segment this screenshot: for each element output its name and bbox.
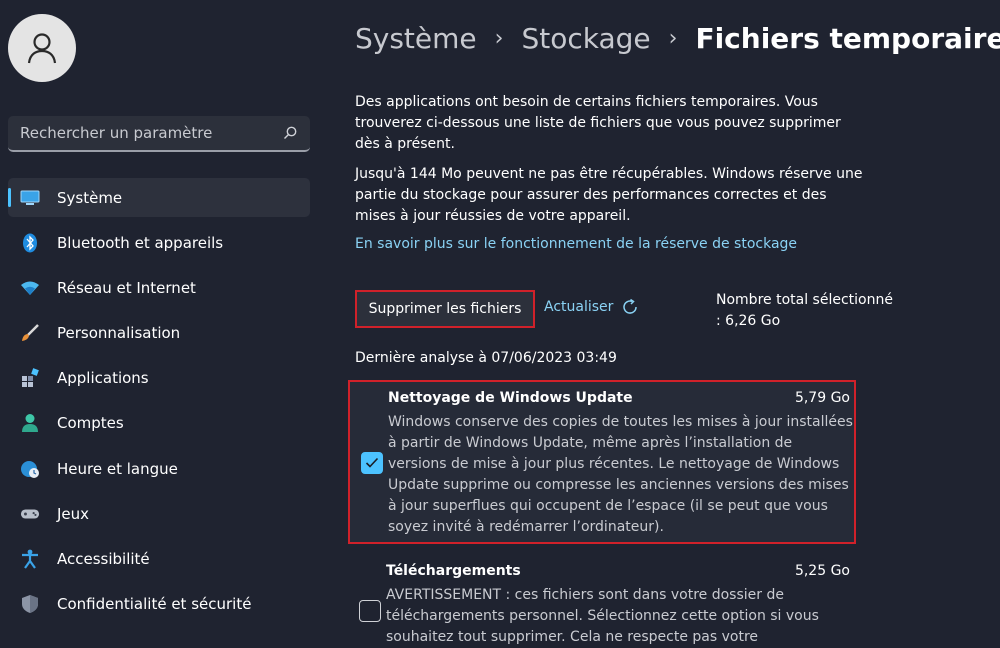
list-item-windows-update[interactable]: Nettoyage de Windows Update 5,79 Go Wind… [348,380,856,544]
chevron-right-icon: › [494,26,504,51]
sidebar-item-label: Confidentialité et sécurité [57,595,252,614]
sidebar-item-label: Heure et langue [57,459,178,478]
person-icon [20,413,40,433]
item-title: Téléchargements [386,563,521,579]
search-icon[interactable] [282,125,298,141]
storage-reserve-link[interactable]: En savoir plus sur le fonctionnement de … [355,236,797,252]
sidebar-item-label: Bluetooth et appareils [57,233,224,252]
wifi-icon [20,278,40,298]
item-description: Windows conserve des copies de toutes le… [388,414,853,535]
checkmark-icon [365,457,379,468]
sidebar-item-label: Réseau et Internet [57,278,196,297]
sidebar-item-reseau[interactable]: Réseau et Internet [8,268,310,307]
total-selected: Nombre total sélectionné : 6,26 Go [716,292,893,329]
sidebar: Système Bluetooth et appareils Réseau et… [0,0,330,648]
refresh-label: Actualiser [544,299,614,315]
page-title: Fichiers temporaires [695,22,1000,55]
reserve-text: Jusqu'à 144 Mo peuvent ne pas être récup… [355,166,863,224]
apps-icon [20,368,40,388]
item-size: 5,25 Go [794,563,850,579]
bluetooth-icon [20,233,40,253]
item-size: 5,79 Go [794,390,850,406]
sidebar-item-applications[interactable]: Applications [8,359,310,398]
refresh-button[interactable]: Actualiser [544,298,639,316]
item-title: Nettoyage de Windows Update [388,390,633,406]
globe-clock-icon [20,459,40,479]
sidebar-nav: Système Bluetooth et appareils Réseau et… [8,178,310,630]
checkbox-telechargements[interactable] [359,600,381,622]
user-icon [27,33,57,64]
sidebar-item-confidentialite[interactable]: Confidentialité et sécurité [8,585,310,624]
sidebar-item-bluetooth[interactable]: Bluetooth et appareils [8,223,310,262]
sidebar-item-jeux[interactable]: Jeux [8,494,310,533]
monitor-icon [20,188,40,208]
sidebar-item-label: Jeux [57,504,90,523]
avatar[interactable] [8,14,76,82]
sidebar-item-systeme[interactable]: Système [8,178,310,217]
sidebar-item-label: Applications [57,369,149,388]
list-item-telechargements[interactable]: Téléchargements 5,25 Go AVERTISSEMENT : … [348,560,856,648]
sidebar-item-comptes[interactable]: Comptes [8,404,310,443]
gamepad-icon [20,504,40,524]
brush-icon [20,323,40,343]
sidebar-item-label: Personnalisation [57,324,181,343]
search-input[interactable] [20,124,282,142]
intro-text: Des applications ont besoin de certains … [355,94,841,152]
sidebar-item-label: Système [57,188,123,207]
delete-files-button[interactable]: Supprimer les fichiers [355,290,535,328]
refresh-icon [623,298,638,314]
active-indicator [8,188,11,207]
checkbox-windows-update[interactable] [361,452,383,474]
sidebar-item-label: Accessibilité [57,550,150,568]
accessibility-icon [20,549,40,569]
item-description: AVERTISSEMENT : ces fichiers sont dans v… [386,587,819,645]
sidebar-item-label: Comptes [57,414,124,433]
chevron-right-icon: › [668,26,678,51]
sidebar-item-heure-langue[interactable]: Heure et langue [8,449,310,488]
breadcrumb-stockage[interactable]: Stockage [521,22,650,55]
last-scan: Dernière analyse à 07/06/2023 03:49 [355,350,617,366]
search-box[interactable] [8,116,310,152]
breadcrumb: Système › Stockage › Fichiers temporaire… [355,22,1000,55]
shield-icon [20,594,40,614]
sidebar-item-personnalisation[interactable]: Personnalisation [8,314,310,353]
breadcrumb-systeme[interactable]: Système [355,22,477,55]
sidebar-item-accessibilite[interactable]: Accessibilité [8,540,310,579]
